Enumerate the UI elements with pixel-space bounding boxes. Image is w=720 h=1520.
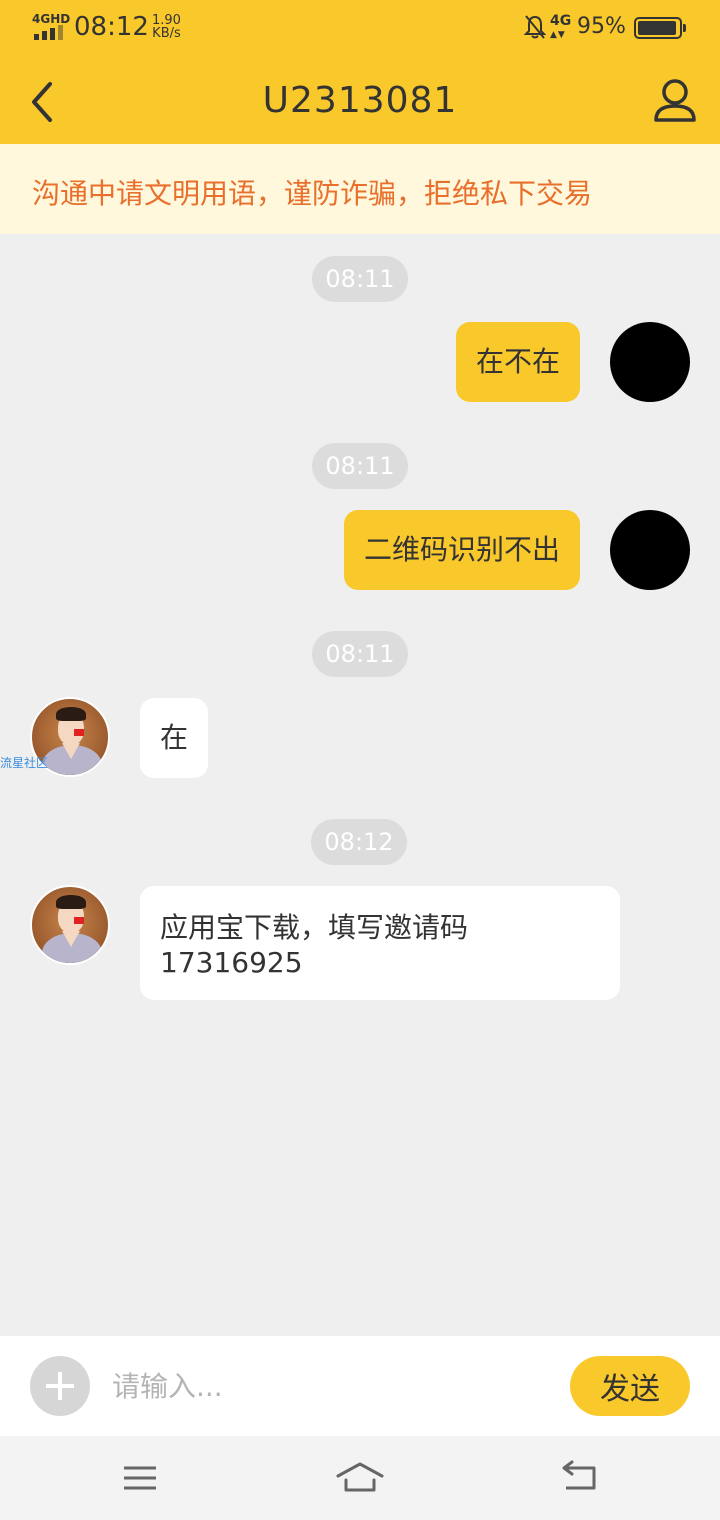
home-icon[interactable] — [334, 1456, 386, 1500]
message-line-2: 17316925 — [160, 946, 303, 979]
data-arrows-icon: 4G ▲▼ — [550, 13, 572, 40]
message-input-bar: 发送 — [0, 1336, 720, 1436]
outgoing-message-bubble[interactable]: 二维码识别不出 — [343, 510, 580, 590]
safety-notice-text: 沟通中请文明用语，谨防诈骗，拒绝私下交易 — [32, 177, 593, 210]
send-button[interactable]: 发送 — [570, 1356, 690, 1416]
incoming-message-bubble[interactable]: 应用宝下载，填写邀请码 17316925 — [140, 886, 620, 1000]
status-time: 08:12 — [74, 12, 149, 42]
top-header-area: 4GHD 08:12 1.90 KB/s 4G ▲▼ 95% U2313081 — [0, 0, 720, 144]
message-timestamp: 08:11 — [312, 443, 408, 489]
message-timestamp: 08:11 — [312, 256, 408, 302]
user-profile-icon[interactable] — [650, 76, 700, 126]
signal-icon: 4GHD — [32, 12, 70, 40]
plus-icon[interactable] — [30, 1356, 90, 1416]
message-line-1: 应用宝下载，填写邀请码 — [160, 911, 469, 944]
my-avatar[interactable] — [610, 322, 690, 402]
outgoing-message-bubble[interactable]: 在不在 — [455, 322, 580, 402]
network-type-label: 4GHD — [32, 12, 71, 26]
battery-icon — [634, 17, 686, 39]
bell-off-icon — [524, 15, 546, 39]
back-arrow-icon[interactable] — [26, 78, 66, 126]
my-avatar[interactable] — [610, 510, 690, 590]
status-bar: 4GHD 08:12 1.90 KB/s 4G ▲▼ 95% — [0, 0, 720, 56]
system-nav-bar — [0, 1436, 720, 1520]
menu-icon[interactable] — [116, 1456, 164, 1500]
battery-percent: 95% — [577, 14, 626, 39]
incoming-message-bubble[interactable]: 在 — [140, 698, 209, 778]
message-timestamp: 08:12 — [311, 819, 407, 865]
network-speed: 1.90 KB/s — [152, 14, 181, 40]
avatar-watermark: 流星社区 — [0, 756, 49, 770]
back-icon[interactable] — [556, 1456, 604, 1500]
safety-notice-banner: 沟通中请文明用语，谨防诈骗，拒绝私下交易 — [0, 144, 720, 234]
message-input[interactable] — [112, 1358, 552, 1414]
speed-unit: KB/s — [152, 26, 181, 41]
mobile-data-label: 4G — [550, 13, 572, 29]
message-timestamp: 08:11 — [312, 631, 408, 677]
contact-avatar[interactable] — [30, 885, 110, 965]
page-title: U2313081 — [262, 80, 458, 121]
